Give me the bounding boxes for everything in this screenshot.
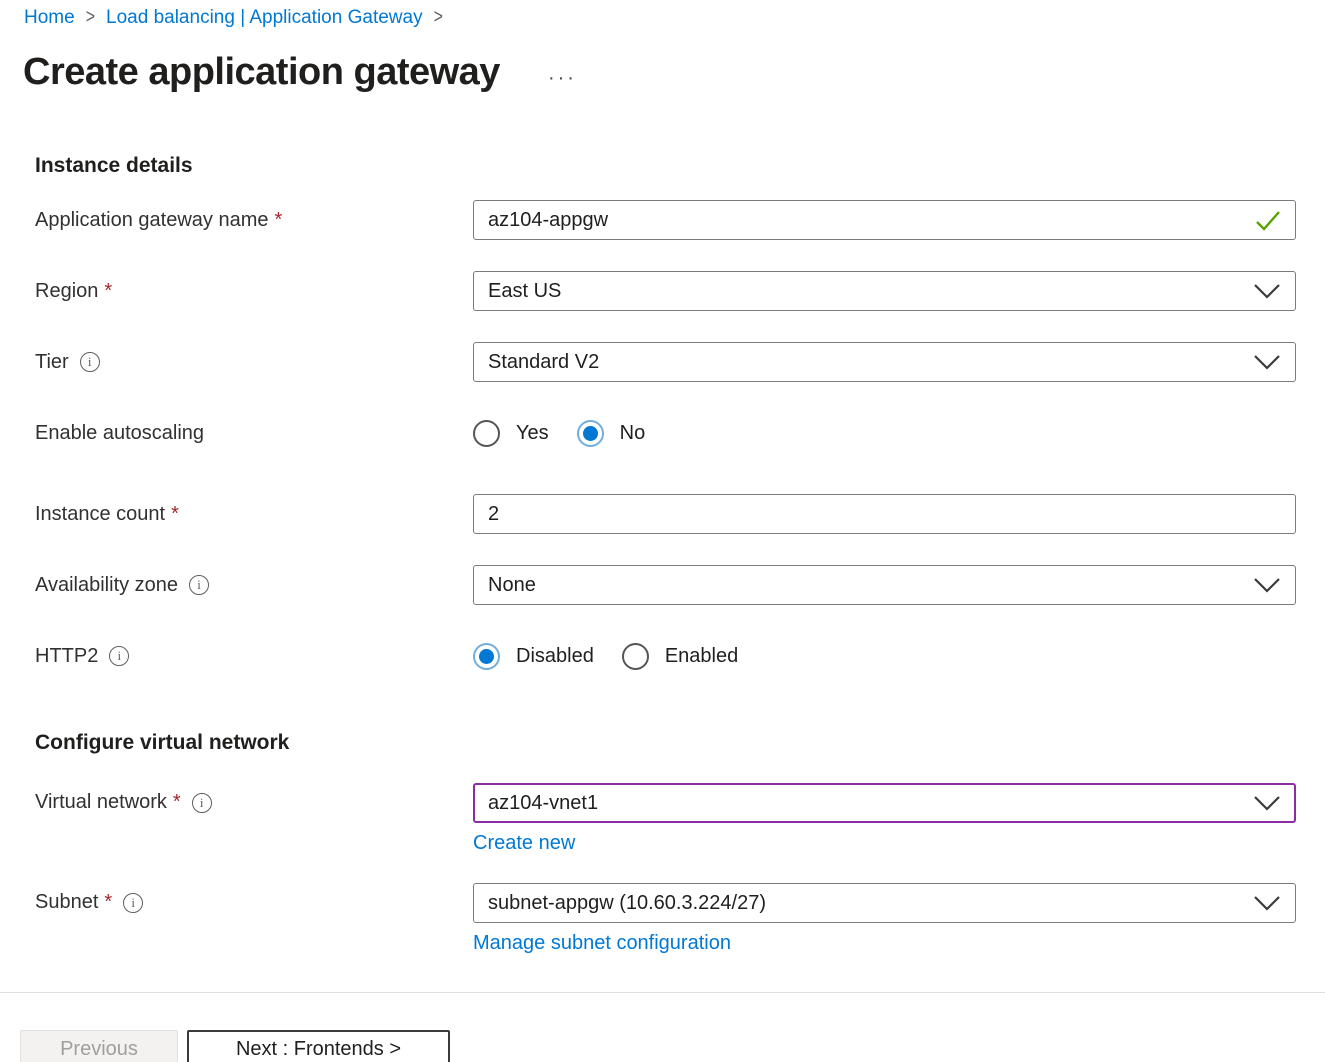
autoscaling-yes-radio[interactable]: Yes — [473, 420, 549, 447]
field-label: Instance count * — [35, 503, 473, 526]
field-label: Enable autoscaling — [35, 422, 473, 445]
field-label: Availability zone i — [35, 574, 473, 597]
app-gateway-name-input[interactable] — [488, 209, 1255, 232]
required-asterisk: * — [104, 891, 112, 914]
radio-label: Enabled — [665, 645, 738, 668]
breadcrumb-separator-icon: > — [86, 7, 95, 30]
section-heading-instance-details: Instance details — [35, 154, 1325, 178]
radio-circle-icon — [577, 420, 604, 447]
chevron-down-icon — [1253, 577, 1281, 593]
field-label: Virtual network * i — [35, 791, 473, 814]
chevron-down-icon — [1253, 354, 1281, 370]
field-row-virtual-network: Virtual network * i az104-vnet1 Create n… — [35, 783, 1325, 855]
field-label: Region * — [35, 280, 473, 303]
region-value: East US — [488, 280, 561, 303]
basics-form: Instance details Application gateway nam… — [35, 154, 1325, 955]
radio-circle-icon — [622, 643, 649, 670]
page-header: Create application gateway ··· — [23, 51, 1325, 94]
tier-dropdown[interactable]: Standard V2 — [473, 342, 1296, 382]
chevron-down-icon — [1253, 283, 1281, 299]
required-asterisk: * — [104, 280, 112, 303]
http2-label: HTTP2 — [35, 645, 98, 668]
previous-button[interactable]: Previous — [20, 1030, 178, 1062]
field-label: Tier i — [35, 351, 473, 374]
virtual-network-value: az104-vnet1 — [488, 792, 598, 815]
field-row-availability-zone: Availability zone i None — [35, 565, 1325, 605]
autoscaling-no-radio[interactable]: No — [577, 420, 646, 447]
field-label: Subnet * i — [35, 891, 473, 914]
subnet-value: subnet-appgw (10.60.3.224/27) — [488, 892, 766, 915]
instance-count-input[interactable] — [488, 503, 1281, 526]
required-asterisk: * — [274, 209, 282, 232]
virtual-network-dropdown[interactable]: az104-vnet1 — [473, 783, 1296, 823]
info-icon[interactable]: i — [189, 575, 209, 595]
manage-subnet-configuration-link[interactable]: Manage subnet configuration — [473, 932, 731, 955]
info-icon[interactable]: i — [109, 646, 129, 666]
radio-label: No — [620, 422, 646, 445]
radio-circle-icon — [473, 420, 500, 447]
virtual-network-label: Virtual network — [35, 791, 167, 814]
section-heading-configure-virtual-network: Configure virtual network — [35, 731, 1325, 755]
info-icon[interactable]: i — [80, 352, 100, 372]
availability-zone-dropdown[interactable]: None — [473, 565, 1296, 605]
http2-enabled-radio[interactable]: Enabled — [622, 643, 738, 670]
radio-circle-icon — [473, 643, 500, 670]
breadcrumb: Home > Load balancing | Application Gate… — [0, 0, 1325, 29]
field-row-app-gateway-name: Application gateway name * — [35, 200, 1325, 240]
http2-disabled-radio[interactable]: Disabled — [473, 643, 594, 670]
subnet-dropdown[interactable]: subnet-appgw (10.60.3.224/27) — [473, 883, 1296, 923]
required-asterisk: * — [171, 503, 179, 526]
required-asterisk: * — [173, 791, 181, 814]
enable-autoscaling-label: Enable autoscaling — [35, 422, 204, 445]
info-icon[interactable]: i — [192, 793, 212, 813]
radio-label: Yes — [516, 422, 549, 445]
valid-check-icon — [1255, 210, 1281, 231]
instance-count-field — [473, 494, 1296, 534]
field-row-region: Region * East US — [35, 271, 1325, 311]
info-icon[interactable]: i — [123, 893, 143, 913]
http2-radio-group: Disabled Enabled — [473, 636, 1296, 676]
tier-value: Standard V2 — [488, 351, 599, 374]
region-label: Region — [35, 280, 98, 303]
subnet-label: Subnet — [35, 891, 98, 914]
chevron-down-icon — [1253, 795, 1281, 811]
field-row-instance-count: Instance count * — [35, 494, 1325, 534]
field-label: HTTP2 i — [35, 645, 473, 668]
availability-zone-label: Availability zone — [35, 574, 178, 597]
footer: Previous Next : Frontends > — [20, 1030, 1325, 1062]
breadcrumb-link-load-balancing[interactable]: Load balancing | Application Gateway — [106, 7, 423, 29]
page-title: Create application gateway — [23, 51, 500, 94]
field-row-http2: HTTP2 i Disabled Enabled — [35, 636, 1325, 676]
next-frontends-button[interactable]: Next : Frontends > — [187, 1030, 450, 1062]
field-row-enable-autoscaling: Enable autoscaling Yes No — [35, 413, 1325, 453]
footer-divider — [0, 992, 1325, 993]
field-label: Application gateway name * — [35, 209, 473, 232]
availability-zone-value: None — [488, 574, 536, 597]
breadcrumb-separator-icon: > — [434, 7, 443, 30]
instance-count-label: Instance count — [35, 503, 165, 526]
chevron-down-icon — [1253, 895, 1281, 911]
create-new-link[interactable]: Create new — [473, 832, 575, 855]
field-row-tier: Tier i Standard V2 — [35, 342, 1325, 382]
more-options-icon[interactable]: ··· — [548, 73, 577, 83]
enable-autoscaling-radio-group: Yes No — [473, 413, 1296, 453]
app-gateway-name-field — [473, 200, 1296, 240]
breadcrumb-link-home[interactable]: Home — [24, 7, 75, 29]
radio-label: Disabled — [516, 645, 594, 668]
region-dropdown[interactable]: East US — [473, 271, 1296, 311]
field-row-subnet: Subnet * i subnet-appgw (10.60.3.224/27)… — [35, 883, 1325, 955]
tier-label: Tier — [35, 351, 69, 374]
app-gateway-name-label: Application gateway name — [35, 209, 268, 232]
section-configure-virtual-network: Configure virtual network Virtual networ… — [35, 731, 1325, 955]
